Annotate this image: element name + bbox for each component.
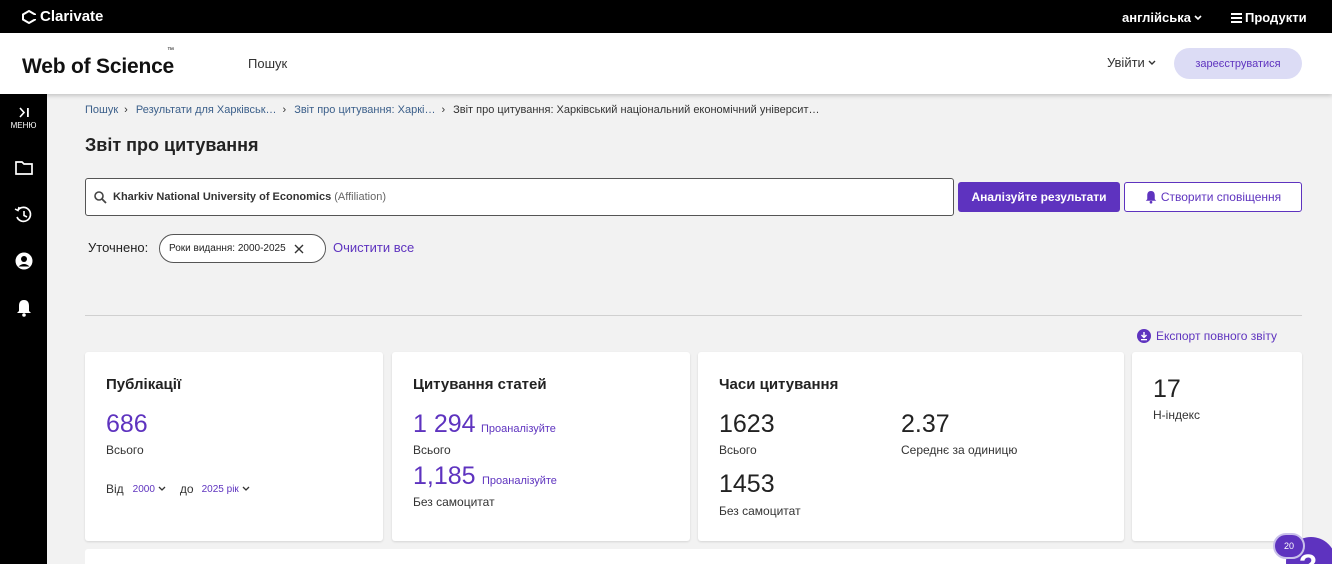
times-cited-average: 2.37: [901, 410, 950, 438]
year-range: Від 2000 до 2025 рік: [106, 482, 250, 496]
filter-chip-label: Роки видання: 2000-2025: [169, 243, 286, 254]
from-year-value: 2000: [132, 483, 155, 495]
products-label: Продукти: [1245, 10, 1307, 25]
chevron-down-icon: [242, 486, 250, 491]
export-label: Експорт повного звіту: [1156, 329, 1277, 343]
breadcrumb-item[interactable]: Пошук: [85, 104, 118, 116]
bell-icon: [1145, 191, 1157, 204]
sidebar-item-folders[interactable]: [0, 160, 47, 175]
publications-total-label: Всього: [106, 443, 144, 457]
citing-no-self-label: Без самоцитат: [413, 495, 495, 509]
close-icon[interactable]: [294, 244, 304, 254]
sidebar: МЕНЮ: [0, 94, 47, 564]
expand-menu-icon: [18, 107, 29, 118]
sidebar-item-alerts[interactable]: [0, 299, 47, 317]
help-widget[interactable]: ? 20: [1273, 533, 1332, 564]
from-year-select[interactable]: 2000: [133, 484, 166, 495]
chevron-down-icon: [158, 486, 166, 491]
times-cited-total: 1623: [719, 410, 775, 438]
times-cited-total-label: Всього: [719, 443, 757, 457]
chevron-down-icon: [1194, 14, 1202, 20]
grid-menu-icon: [1231, 12, 1242, 23]
register-button[interactable]: зареєструватися: [1174, 48, 1302, 79]
chevron-right-icon: ›: [124, 104, 128, 116]
section-divider: [85, 315, 1302, 316]
products-menu[interactable]: Продукти: [1231, 10, 1307, 25]
to-year-value: 2025 рік: [201, 483, 239, 495]
create-alert-label: Створити сповіщення: [1160, 190, 1282, 204]
clarivate-brand[interactable]: Clarivate: [22, 8, 103, 25]
analyze-results-button[interactable]: Аналізуйте результати: [958, 182, 1120, 212]
analyze-citing-link[interactable]: Проаналізуйте: [481, 423, 556, 435]
h-index-label: Н-індекс: [1153, 408, 1201, 422]
times-cited-average-label: Середнє за одиницю: [901, 443, 1018, 457]
times-cited-no-self-label: Без самоцитат: [719, 504, 801, 518]
analyze-no-self-link[interactable]: Проаналізуйте: [482, 475, 557, 487]
nav-search-link[interactable]: Пошук: [248, 56, 287, 71]
citing-articles-card: Цитування статей 1 294 Проаналізуйте Всь…: [392, 352, 690, 541]
publications-title: Публікації: [106, 376, 182, 393]
top-bar: Clarivate англійська Продукти: [0, 0, 1332, 33]
chevron-right-icon: ›: [282, 104, 287, 116]
sidebar-menu-label: МЕНЮ: [10, 121, 37, 130]
sidebar-item-history[interactable]: [0, 206, 47, 224]
filter-chip: Роки видання: 2000-2025: [159, 234, 326, 263]
refined-label: Уточнено:: [88, 240, 149, 255]
citing-no-self[interactable]: 1,185: [413, 462, 476, 491]
clear-all-link[interactable]: Очистити все: [333, 240, 414, 255]
citing-total[interactable]: 1 294: [413, 410, 476, 439]
brand-name: Clarivate: [40, 8, 104, 25]
account-icon: [15, 252, 32, 270]
to-label: до: [179, 482, 194, 496]
language-selector[interactable]: англійська: [1122, 10, 1202, 25]
query-text: Kharkiv National University of Economics: [113, 191, 332, 203]
chevron-right-icon: ›: [441, 104, 446, 116]
login-menu[interactable]: Увійти: [1107, 55, 1156, 70]
download-icon: [1137, 329, 1151, 343]
bell-icon: [16, 300, 31, 317]
notification-badge: 20: [1273, 533, 1305, 559]
times-cited-card: Часи цитування 1623 Всього 2.37 Середнє …: [698, 352, 1124, 541]
export-report-link[interactable]: Експорт повного звіту: [1137, 329, 1277, 343]
h-index-card: 17 Н-індекс: [1132, 352, 1302, 541]
trademark-mark: ™: [167, 47, 174, 54]
clarivate-logo-icon: [22, 9, 36, 24]
query-field: (Affiliation): [334, 191, 386, 203]
web-of-science-logo[interactable]: Web of Science: [22, 55, 174, 79]
times-cited-no-self: 1453: [719, 470, 775, 498]
app-header: Web of Science ™ Пошук Увійти зареєструв…: [0, 33, 1332, 94]
breadcrumb-current: Звіт про цитування: Харківський націонал…: [453, 104, 820, 116]
h-index-value: 17: [1153, 375, 1181, 403]
to-year-select[interactable]: 2025 рік: [202, 484, 250, 495]
publications-card: Публікації 686 Всього Від 2000 до 2025 р…: [85, 352, 383, 541]
search-query-box[interactable]: Kharkiv National University of Economics…: [85, 178, 954, 216]
create-alert-button[interactable]: Створити сповіщення: [1124, 182, 1302, 212]
breadcrumb-item[interactable]: Результати для Харківськ…: [136, 104, 277, 116]
page-title: Звіт про цитування: [85, 135, 259, 155]
next-section-card: [85, 549, 1302, 564]
language-label: англійська: [1122, 10, 1191, 25]
login-label: Увійти: [1107, 55, 1145, 70]
sidebar-item-account[interactable]: [0, 252, 47, 270]
citing-total-label: Всього: [413, 443, 451, 457]
chevron-down-icon: [1148, 60, 1156, 65]
sidebar-menu-toggle[interactable]: МЕНЮ: [0, 107, 47, 130]
search-icon: [94, 190, 107, 204]
publications-total[interactable]: 686: [106, 410, 148, 439]
breadcrumb: Пошук › Результати для Харківськ… › Звіт…: [85, 104, 820, 116]
history-icon: [14, 206, 32, 223]
breadcrumb-item[interactable]: Звіт про цитування: Харкі…: [294, 104, 435, 116]
times-cited-title: Часи цитування: [719, 376, 839, 393]
folder-icon: [14, 161, 33, 175]
citing-title: Цитування статей: [413, 376, 547, 393]
from-label: Від: [106, 482, 124, 496]
